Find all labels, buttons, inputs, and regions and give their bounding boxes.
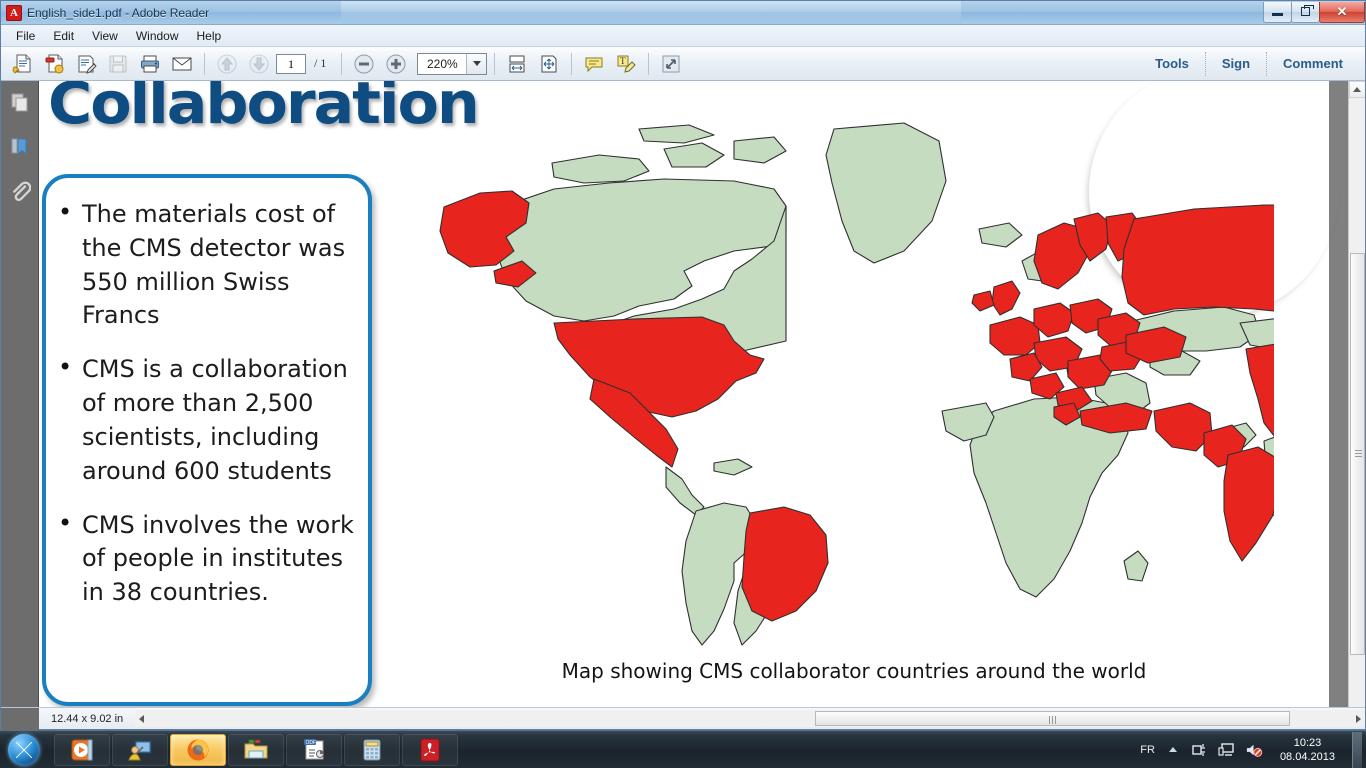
previous-page-icon[interactable] xyxy=(212,50,242,78)
minimize-button[interactable] xyxy=(1263,1,1292,23)
restore-button[interactable] xyxy=(1291,1,1320,23)
horizontal-scrollbar[interactable] xyxy=(135,710,1365,727)
language-indicator[interactable]: FR xyxy=(1140,744,1155,756)
remote-desktop-icon[interactable] xyxy=(112,733,168,766)
list-item: CMS is a collaboration of more than 2,50… xyxy=(52,351,354,488)
clock-date: 08.04.2013 xyxy=(1279,750,1335,763)
volume-muted-icon[interactable] xyxy=(1245,742,1263,758)
firefox-icon[interactable] xyxy=(170,733,226,766)
pdf-page: Collaboration The materials cost of the … xyxy=(39,81,1329,707)
sign-button[interactable]: Sign xyxy=(1206,47,1266,81)
fit-width-icon[interactable] xyxy=(502,50,532,78)
svg-text:ODF: ODF xyxy=(306,740,317,746)
display-icon[interactable] xyxy=(1218,742,1236,758)
page-size-label: 12.44 x 9.02 in xyxy=(51,712,124,725)
status-left-spacer xyxy=(1,707,39,730)
toolbar-separator xyxy=(204,52,205,75)
title-bar: English_side1.pdf - Adobe Reader ✕ xyxy=(1,1,1365,25)
open-file-icon[interactable] xyxy=(7,50,37,78)
show-hidden-icons[interactable] xyxy=(1164,742,1182,758)
windows-media-player-icon[interactable] xyxy=(54,733,110,766)
horizontal-scroll-thumb[interactable] xyxy=(815,711,1291,726)
next-page-icon[interactable] xyxy=(244,50,274,78)
bookmarks-icon[interactable] xyxy=(8,135,32,159)
email-icon[interactable] xyxy=(167,50,197,78)
edit-pdf-icon[interactable] xyxy=(71,50,101,78)
window-title: English_side1.pdf - Adobe Reader xyxy=(27,5,210,20)
read-mode-icon[interactable] xyxy=(656,50,686,78)
network-icon[interactable] xyxy=(1191,742,1209,758)
zoom-in-icon[interactable] xyxy=(381,50,411,78)
menu-help[interactable]: Help xyxy=(188,27,231,45)
start-button[interactable] xyxy=(2,732,46,768)
zoom-out-icon[interactable] xyxy=(349,50,379,78)
document-viewport[interactable]: Collaboration The materials cost of the … xyxy=(39,81,1365,707)
fit-page-icon[interactable] xyxy=(534,50,564,78)
toolbar-separator-5 xyxy=(648,52,650,75)
adobe-reader-icon[interactable] xyxy=(402,733,458,766)
bullet-list: The materials cost of the CMS detector w… xyxy=(52,196,354,610)
close-button[interactable]: ✕ xyxy=(1319,1,1365,23)
create-pdf-icon[interactable] xyxy=(39,50,69,78)
page-total-label: / 1 xyxy=(314,56,327,70)
toolbar-right-group: Tools Sign Comment xyxy=(1139,47,1359,81)
zoom-value: 220% xyxy=(426,56,458,71)
scroll-up-button[interactable] xyxy=(1348,81,1365,98)
list-item: CMS involves the work of people in insti… xyxy=(52,507,354,610)
chevron-down-icon[interactable] xyxy=(466,53,487,74)
tools-button[interactable]: Tools xyxy=(1139,47,1205,81)
svg-text:T: T xyxy=(620,56,626,66)
toolbar-separator-4 xyxy=(571,52,573,75)
menu-edit[interactable]: Edit xyxy=(44,27,83,45)
menu-view[interactable]: View xyxy=(83,27,127,45)
attachments-icon[interactable] xyxy=(8,179,32,203)
adobe-reader-icon xyxy=(6,4,22,21)
show-desktop-button[interactable] xyxy=(1352,731,1362,768)
text-callout-box: The materials cost of the CMS detector w… xyxy=(42,174,372,706)
scroll-left-button[interactable] xyxy=(139,714,145,723)
text-highlight-icon[interactable]: T xyxy=(611,50,641,78)
page-thumbnails-icon[interactable] xyxy=(8,91,32,115)
navigation-pane xyxy=(1,81,39,707)
vertical-scrollbar[interactable] xyxy=(1348,81,1365,707)
save-icon[interactable] xyxy=(103,50,133,78)
page-title: Collaboration xyxy=(48,81,480,137)
adobe-reader-window: English_side1.pdf - Adobe Reader ✕ File … xyxy=(0,0,1366,730)
map-caption: Map showing CMS collaborator countries a… xyxy=(561,659,1147,683)
vertical-scroll-thumb[interactable] xyxy=(1350,253,1365,655)
odf-presentation-icon[interactable]: ODF xyxy=(286,733,342,766)
scroll-right-button[interactable] xyxy=(1356,714,1361,723)
comment-button[interactable]: Comment xyxy=(1267,47,1359,81)
toolbar: 1 / 1 220% T Tools Sign Comment xyxy=(1,47,1365,81)
menu-window[interactable]: Window xyxy=(127,27,188,45)
zoom-level-combo[interactable]: 220% xyxy=(417,52,488,75)
toolbar-separator-2 xyxy=(341,52,343,75)
sticky-note-icon[interactable] xyxy=(579,50,609,78)
file-explorer-icon[interactable] xyxy=(228,733,284,766)
system-tray: FR 10:23 08.04.2013 xyxy=(1140,731,1366,768)
world-map-image xyxy=(439,122,1274,646)
windows-logo-icon xyxy=(8,733,40,766)
document-body: Collaboration The materials cost of the … xyxy=(1,81,1365,707)
taskbar: ODF FR 10:23 08.04.2013 xyxy=(0,730,1366,768)
menu-file[interactable]: File xyxy=(7,27,44,45)
clock-time: 10:23 xyxy=(1293,736,1322,749)
taskbar-apps: ODF xyxy=(54,733,458,766)
page-number-input[interactable]: 1 xyxy=(276,53,306,74)
window-controls: ✕ xyxy=(1263,1,1365,24)
toolbar-separator-3 xyxy=(494,52,496,75)
menu-bar: File Edit View Window Help xyxy=(1,25,1365,47)
clock[interactable]: 10:23 08.04.2013 xyxy=(1272,736,1343,764)
print-icon[interactable] xyxy=(135,50,165,78)
list-item: The materials cost of the CMS detector w… xyxy=(52,196,354,333)
status-bar: 12.44 x 9.02 in xyxy=(1,707,1365,730)
world-map-figure: Map showing CMS collaborator countries a… xyxy=(419,111,1289,707)
calculator-icon[interactable] xyxy=(344,733,400,766)
